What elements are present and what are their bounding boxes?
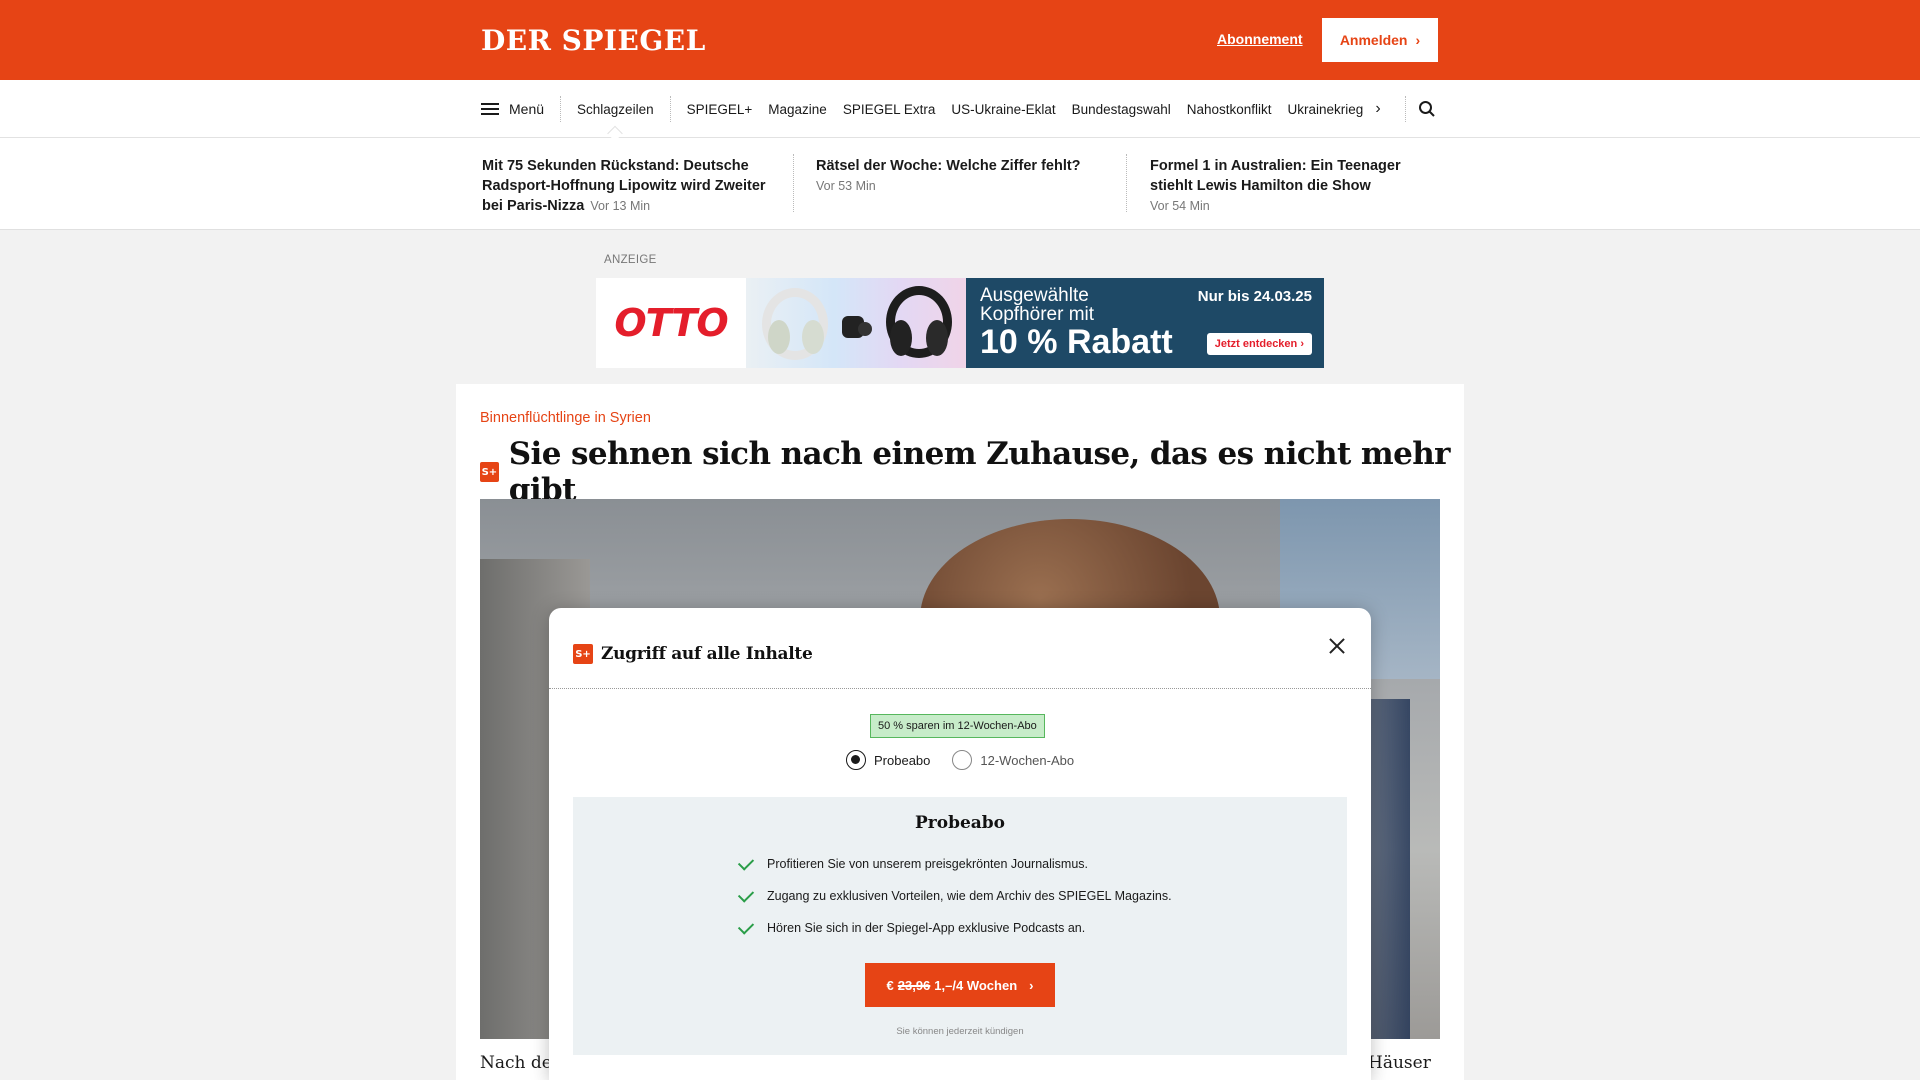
- ad-label: ANZEIGE: [604, 254, 657, 266]
- top-bar: DER SPIEGEL Abonnement Anmelden ›: [0, 0, 1920, 80]
- ad-banner[interactable]: OTTO Ausgewählte Kopfhörer mit 10 % Rabat…: [596, 278, 1324, 368]
- nav-link-nahostkonflikt[interactable]: Nahostkonflikt: [1179, 102, 1280, 117]
- menu-button[interactable]: Menü: [481, 96, 562, 122]
- ad-discount: 10 % Rabatt: [980, 323, 1173, 361]
- nav-scroll-right-icon[interactable]: ›: [1363, 100, 1393, 118]
- nav-link-ukrainekrieg[interactable]: Ukrainekrieg: [1280, 102, 1372, 117]
- checkmark-icon: [737, 885, 755, 903]
- nav-link-spiegel-plus[interactable]: SPIEGEL+: [671, 102, 761, 117]
- menu-label: Menü: [509, 101, 545, 117]
- ad-line2: Kopfhörer mit: [980, 304, 1095, 325]
- chevron-right-icon: ›: [1415, 32, 1421, 48]
- ad-cta-button[interactable]: Jetzt entdecken ›: [1206, 333, 1312, 355]
- close-icon[interactable]: [1325, 634, 1349, 658]
- headphones-image: [746, 278, 966, 368]
- radio-12-wochen-abo[interactable]: 12-Wochen-Abo: [952, 750, 1074, 770]
- spiegel-logo[interactable]: DER SPIEGEL: [481, 24, 706, 57]
- cta-old-price: 23,96: [897, 977, 931, 993]
- paywall-modal: S+ Zugriff auf alle Inhalte 50 % sparen …: [549, 608, 1371, 1080]
- article-body-start: Nach der: [480, 1053, 560, 1073]
- otto-logo: OTTO: [596, 278, 746, 368]
- ad-date: Nur bis 24.03.25: [1197, 288, 1312, 305]
- radio-probeabo[interactable]: Probeabo: [846, 750, 930, 770]
- plan-box: Probeabo Profitieren Sie von unserem pre…: [573, 797, 1347, 1055]
- ad-text-panel: Ausgewählte Kopfhörer mit 10 % Rabatt Nur…: [966, 278, 1324, 368]
- article-title: Sie sehnen sich nach einem Zuhause, das …: [508, 436, 1451, 508]
- modal-divider: [549, 688, 1371, 689]
- spiegel-plus-icon: S+: [480, 462, 499, 482]
- radio-selected-icon: [846, 750, 866, 770]
- nav-link-magazine[interactable]: Magazine: [760, 102, 835, 117]
- teaser-separator: [1126, 154, 1127, 212]
- hamburger-icon: [481, 103, 499, 115]
- article-headline[interactable]: S+ Sie sehnen sich nach einem Zuhause, d…: [480, 436, 1464, 508]
- modal-title: Zugriff auf alle Inhalte: [601, 644, 813, 664]
- benefit-item: Profitieren Sie von unserem preisgekrönt…: [737, 853, 1088, 871]
- nav-link-us-ukraine[interactable]: US-Ukraine-Eklat: [943, 102, 1063, 117]
- login-button-label: Anmelden: [1339, 32, 1408, 48]
- spiegel-plus-icon: S+: [573, 644, 593, 664]
- teaser-time: Vor 53 Min: [816, 179, 876, 193]
- article-body-end: Häuser: [1368, 1053, 1431, 1073]
- teaser-item[interactable]: Rätsel der Woche: Welche Ziffer fehlt? V…: [816, 156, 1116, 196]
- cta-currency: €: [886, 977, 894, 993]
- nav-divider: [1405, 96, 1406, 122]
- teaser-time: Vor 54 Min: [1150, 199, 1210, 213]
- chevron-right-icon: ›: [1029, 977, 1034, 993]
- benefit-item: Hören Sie sich in der Spiegel-App exklus…: [737, 917, 1085, 935]
- teaser-title: Rätsel der Woche: Welche Ziffer fehlt?: [816, 158, 1081, 174]
- benefit-item: Zugang zu exklusiven Vorteilen, wie dem …: [737, 885, 1172, 903]
- abonnement-link[interactable]: Abonnement: [1217, 31, 1303, 47]
- article-kicker[interactable]: Binnenflüchtlinge in Syrien: [480, 410, 651, 426]
- plan-title: Probeabo: [914, 813, 1006, 833]
- modal-header: S+ Zugriff auf alle Inhalte: [573, 644, 813, 664]
- login-button[interactable]: Anmelden ›: [1322, 18, 1438, 62]
- teaser-title: Formel 1 in Australien: Ein Teenager sti…: [1150, 158, 1401, 194]
- radio-unselected-icon: [952, 750, 973, 770]
- checkmark-icon: [737, 853, 755, 871]
- checkmark-icon: [737, 917, 755, 935]
- teaser-item[interactable]: Mit 75 Sekunden Rückstand: Deutsche Rads…: [482, 156, 782, 216]
- subscribe-button[interactable]: € 23,96 1,–/4 Wochen ›: [865, 963, 1055, 1007]
- cta-new-price: 1,–/4 Wochen: [934, 977, 1018, 993]
- nav-link-schlagzeilen[interactable]: Schlagzeilen: [561, 96, 671, 122]
- radio-label: 12-Wochen-Abo: [980, 752, 1075, 768]
- teaser-time: Vor 13 Min: [590, 199, 651, 213]
- teaser-item[interactable]: Formel 1 in Australien: Ein Teenager sti…: [1150, 156, 1430, 216]
- search-icon[interactable]: [1418, 100, 1436, 118]
- plan-selector: Probeabo 12-Wochen-Abo: [846, 750, 1074, 770]
- cancel-note: Sie können jederzeit kündigen: [896, 1026, 1024, 1037]
- savings-badge: 50 % sparen im 12-Wochen-Abo: [870, 714, 1045, 738]
- main-nav: Menü Schlagzeilen SPIEGEL+ Magazine SPIE…: [0, 80, 1920, 138]
- teaser-separator: [793, 154, 794, 212]
- radio-label: Probeabo: [874, 752, 931, 768]
- ad-line1: Ausgewählte: [980, 285, 1089, 306]
- nav-link-bundestagswahl[interactable]: Bundestagswahl: [1064, 102, 1179, 117]
- teaser-strip: Mit 75 Sekunden Rückstand: Deutsche Rads…: [0, 138, 1920, 230]
- nav-link-spiegel-extra[interactable]: SPIEGEL Extra: [835, 102, 944, 117]
